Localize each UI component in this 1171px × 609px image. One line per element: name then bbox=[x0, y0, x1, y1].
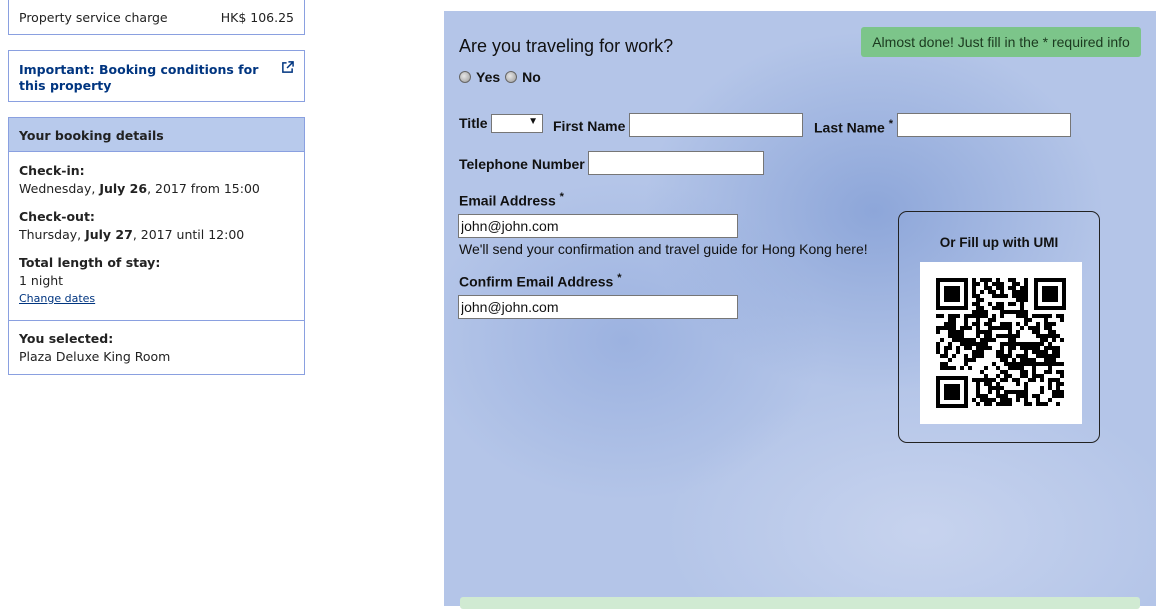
checkout-label: Check-out: bbox=[19, 209, 95, 224]
checkout-day: Thursday, bbox=[19, 227, 86, 242]
checkout-date: July 27 bbox=[85, 227, 133, 242]
radio-yes[interactable] bbox=[459, 71, 471, 83]
selected-label: You selected: bbox=[19, 331, 114, 346]
confirm-email-input[interactable] bbox=[458, 295, 738, 319]
telephone-input[interactable] bbox=[588, 151, 764, 175]
checkout-block: Check-out: Thursday, July 27, 2017 until… bbox=[9, 209, 254, 242]
booking-conditions-card[interactable]: Important: Booking conditions for this p… bbox=[8, 50, 305, 102]
selected-room-block: You selected: Plaza Deluxe King Room bbox=[9, 331, 180, 364]
details-divider bbox=[9, 320, 304, 321]
bottom-action-bar bbox=[460, 597, 1140, 609]
email-hint: We'll send your confirmation and travel … bbox=[459, 241, 868, 257]
service-charge-card: Property service charge HK$ 106.25 bbox=[8, 0, 305, 35]
radio-yes-label: Yes bbox=[476, 69, 501, 85]
checkin-time: , 2017 from 15:00 bbox=[147, 181, 260, 196]
work-travel-question: Are you traveling for work? bbox=[459, 36, 674, 56]
stay-length-value: 1 night bbox=[19, 273, 64, 288]
chevron-down-icon: ▼ bbox=[528, 116, 538, 127]
radio-no-label: No bbox=[522, 69, 541, 85]
email-input[interactable] bbox=[458, 214, 738, 238]
first-name-label: First Name bbox=[553, 118, 626, 134]
booking-details-card: Your booking details Check-in: Wednesday… bbox=[8, 117, 305, 375]
change-dates-link[interactable]: Change dates bbox=[19, 292, 160, 305]
confirm-email-label: Confirm Email Address * bbox=[459, 272, 621, 290]
booking-conditions-link[interactable]: Important: Booking conditions for this p… bbox=[19, 62, 259, 94]
email-required-mark: * bbox=[559, 191, 564, 203]
service-charge-amount: HK$ 106.25 bbox=[220, 10, 294, 25]
confirm-email-label-text: Confirm Email Address bbox=[459, 273, 614, 290]
last-name-input[interactable] bbox=[897, 113, 1071, 137]
email-label-text: Email Address bbox=[459, 192, 556, 209]
selected-room: Plaza Deluxe King Room bbox=[19, 349, 171, 364]
booking-details-title: Your booking details bbox=[9, 118, 304, 152]
last-name-label-text: Last Name bbox=[814, 119, 885, 136]
checkin-value: Wednesday, July 26, 2017 from 15:00 bbox=[19, 181, 260, 196]
radio-no[interactable] bbox=[505, 71, 518, 83]
title-label: Title bbox=[459, 115, 488, 131]
checkout-value: Thursday, July 27, 2017 until 12:00 bbox=[19, 227, 244, 242]
checkin-label: Check-in: bbox=[19, 163, 85, 178]
stay-length-label: Total length of stay: bbox=[19, 255, 161, 270]
umi-title: Or Fill up with UMI bbox=[939, 235, 1059, 250]
checkin-date: July 26 bbox=[99, 181, 148, 196]
confirm-email-required-mark: * bbox=[617, 272, 622, 284]
guest-details-form: Almost done! Just fill in the * required… bbox=[444, 11, 1156, 609]
checkin-block: Check-in: Wednesday, July 26, 2017 from … bbox=[9, 163, 270, 196]
email-label: Email Address * bbox=[459, 191, 564, 209]
last-name-required-mark: * bbox=[888, 118, 893, 130]
first-name-input[interactable] bbox=[629, 113, 803, 137]
service-charge-label: Property service charge bbox=[19, 10, 168, 25]
umi-qr-box: Or Fill up with UMI bbox=[898, 211, 1100, 443]
service-charge-row: Property service charge HK$ 106.25 bbox=[9, 0, 304, 25]
checkin-day: Wednesday, bbox=[19, 181, 100, 196]
required-info-notice: Almost done! Just fill in the * required… bbox=[861, 27, 1141, 57]
checkout-time: , 2017 until 12:00 bbox=[132, 227, 245, 242]
last-name-label: Last Name * bbox=[814, 118, 893, 136]
external-link-icon[interactable] bbox=[281, 61, 294, 74]
work-travel-radio-group: Yes No bbox=[459, 69, 541, 85]
qr-code-icon[interactable] bbox=[920, 262, 1082, 424]
telephone-label: Telephone Number bbox=[459, 156, 585, 172]
title-select[interactable]: ▼ bbox=[491, 114, 543, 133]
stay-length-block: Total length of stay: 1 night Change dat… bbox=[9, 255, 170, 305]
